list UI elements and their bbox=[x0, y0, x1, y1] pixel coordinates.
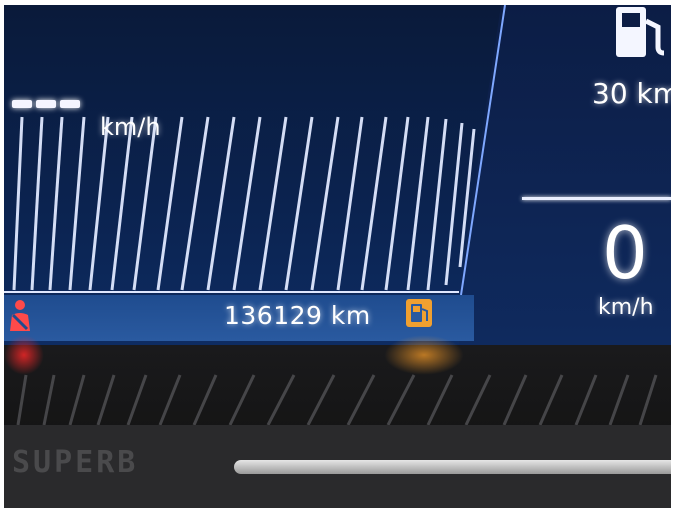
seatbelt-warning-reflection bbox=[4, 335, 44, 375]
fuel-warning-reflection bbox=[384, 335, 464, 375]
instrument-cluster-photo: km/h 136129 km 30 km 0 km/h SUPERB bbox=[4, 5, 671, 508]
range-reading: 30 km bbox=[592, 77, 671, 110]
chrome-strip bbox=[234, 460, 671, 474]
brand-emblem: SUPERB bbox=[12, 445, 139, 480]
odometer-reading: 136129 km bbox=[224, 301, 371, 330]
right-panel-divider bbox=[522, 197, 671, 200]
current-speed-unit: km/h bbox=[598, 295, 654, 320]
seatbelt-warning-icon bbox=[10, 300, 30, 331]
fuel-pump-icon bbox=[616, 7, 665, 57]
speed-unit-label: km/h bbox=[100, 113, 161, 141]
fuel-warning-icon bbox=[406, 299, 432, 327]
panel-divider bbox=[460, 5, 506, 295]
cluster-left-panel bbox=[4, 5, 504, 345]
current-speed: 0 bbox=[602, 211, 648, 295]
speed-dashes bbox=[12, 100, 80, 108]
speed-bar-graph bbox=[4, 116, 476, 293]
